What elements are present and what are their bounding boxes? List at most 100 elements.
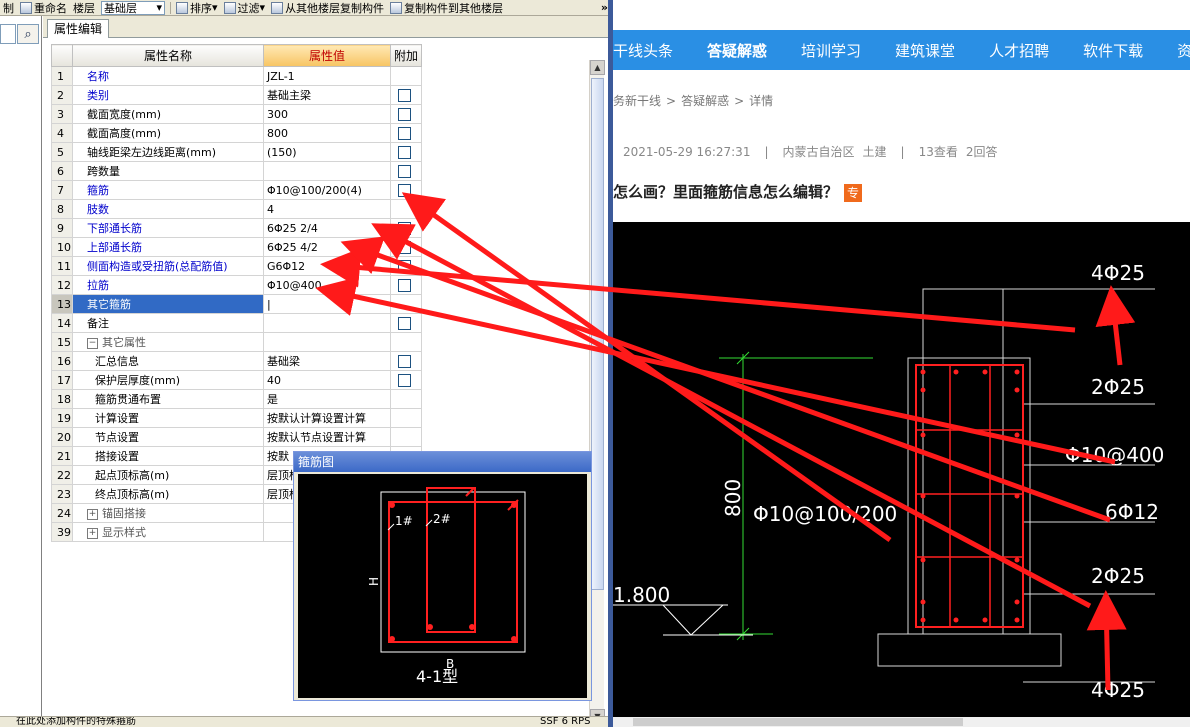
property-name-text: 其它属性: [102, 336, 146, 349]
copy-from-floor-button[interactable]: 从其他楼层复制构件: [268, 0, 387, 15]
extra-checkbox[interactable]: [398, 240, 411, 254]
copy-to-floor-button[interactable]: 复制构件到其他楼层: [387, 0, 506, 15]
property-row[interactable]: 17 保护层厚度(mm) 40: [51, 370, 422, 390]
floor-select[interactable]: 基础层 ▾: [101, 0, 165, 15]
extra-checkbox[interactable]: [398, 107, 411, 121]
nav-item-classroom[interactable]: 建筑课堂: [895, 40, 972, 61]
property-row[interactable]: 19 计算设置 按默认计算设置计算: [51, 408, 422, 428]
property-value[interactable]: 是: [263, 389, 391, 409]
nav-item-jobs[interactable]: 人才招聘: [989, 40, 1066, 61]
chevron-down-icon: ▾: [156, 1, 162, 14]
property-name-text: 汇总信息: [95, 355, 139, 368]
extra-checkbox[interactable]: [398, 88, 411, 102]
property-value[interactable]: (150): [263, 142, 391, 162]
nav-item-training[interactable]: 培训学习: [801, 40, 878, 61]
nav-item-more[interactable]: 资: [1177, 40, 1190, 61]
property-value[interactable]: 基础梁: [263, 351, 391, 371]
property-row[interactable]: 5 轴线距梁左边线距离(mm) (150): [51, 142, 422, 162]
property-value[interactable]: G6Φ12: [263, 256, 391, 276]
property-value[interactable]: 800: [263, 123, 391, 143]
extra-checkbox[interactable]: [398, 354, 411, 368]
property-row[interactable]: 9 下部通长筋 6Φ25 2/4: [51, 218, 422, 238]
cad-rebar-dot: [953, 369, 959, 375]
toolbar-copy[interactable]: 制: [0, 0, 17, 15]
nav-item-qa[interactable]: 答疑解惑: [707, 40, 784, 61]
property-row[interactable]: 11 侧面构造或受扭筋(总配筋值) G6Φ12: [51, 256, 422, 276]
breadcrumb-qa[interactable]: 答疑解惑: [681, 94, 729, 108]
property-name-text: 节点设置: [95, 431, 139, 444]
property-row[interactable]: 3 截面宽度(mm) 300: [51, 104, 422, 124]
extra-checkbox[interactable]: [398, 316, 411, 330]
popup-title[interactable]: 箍筋图: [294, 452, 591, 472]
property-row[interactable]: 16 汇总信息 基础梁: [51, 351, 422, 371]
property-value[interactable]: 按默认节点设置计算: [263, 427, 391, 447]
page-hscroll[interactable]: [613, 717, 1190, 727]
property-value[interactable]: 40: [263, 370, 391, 390]
property-row[interactable]: 18 箍筋贯通布置 是: [51, 389, 422, 409]
scroll-thumb[interactable]: [591, 78, 604, 590]
stirrup-svg: 1# 2# H B 4-1型: [367, 487, 526, 686]
property-row[interactable]: 7 箍筋 Φ10@100/200(4): [51, 180, 422, 200]
property-value[interactable]: 6Φ25 4/2: [263, 237, 391, 257]
property-value[interactable]: Φ10@100/200(4): [263, 180, 391, 200]
expand-icon[interactable]: +: [87, 508, 98, 520]
property-row[interactable]: 14 备注: [51, 313, 422, 333]
property-row[interactable]: 10 上部通长筋 6Φ25 4/2: [51, 237, 422, 257]
search-icon[interactable]: ⌕: [17, 24, 39, 44]
header-extra[interactable]: 附加: [390, 44, 422, 67]
property-name-text: 上部通长筋: [87, 241, 142, 254]
question-title-text: 怎么画？里面箍筋信息怎么编辑？: [613, 183, 839, 201]
property-row[interactable]: 13 其它箍筋 |: [51, 294, 422, 314]
property-row[interactable]: 8 肢数 4: [51, 199, 422, 219]
extra-checkbox[interactable]: [398, 145, 411, 159]
property-row[interactable]: 15− 其它属性: [51, 332, 422, 352]
question-category[interactable]: 土建: [863, 145, 887, 159]
tab-property-edit[interactable]: 属性编辑: [47, 19, 110, 38]
property-value[interactable]: 6Φ25 2/4: [263, 218, 391, 238]
property-extra: [390, 408, 422, 428]
property-value[interactable]: [263, 313, 391, 333]
page-hscroll-thumb[interactable]: [633, 718, 963, 726]
sort-button[interactable]: 排序 ▾: [173, 0, 221, 15]
header-property-value[interactable]: 属性值: [263, 44, 391, 67]
scroll-up-button[interactable]: ▲: [590, 60, 605, 75]
expand-icon[interactable]: +: [87, 527, 98, 539]
nav-item-downloads[interactable]: 软件下载: [1083, 40, 1160, 61]
cad-rebar-dot: [1014, 369, 1020, 375]
property-value[interactable]: [263, 332, 391, 352]
property-value[interactable]: [263, 161, 391, 181]
property-value[interactable]: Φ10@400: [263, 275, 391, 295]
tree-search-input[interactable]: [0, 24, 16, 44]
collapse-icon[interactable]: −: [87, 337, 98, 349]
property-row[interactable]: 6 跨数量: [51, 161, 422, 181]
property-value[interactable]: 300: [263, 104, 391, 124]
property-tab-strip: 属性编辑: [43, 16, 613, 38]
property-row[interactable]: 20 节点设置 按默认节点设置计算: [51, 427, 422, 447]
property-value[interactable]: 按默认计算设置计算: [263, 408, 391, 428]
extra-checkbox[interactable]: [398, 164, 411, 178]
property-value[interactable]: |: [263, 294, 391, 314]
property-row[interactable]: 2 类别 基础主梁: [51, 85, 422, 105]
extra-checkbox[interactable]: [398, 126, 411, 140]
property-row[interactable]: 4 截面高度(mm) 800: [51, 123, 422, 143]
floor-label-text: 楼层: [73, 1, 95, 15]
nav-item-headlines[interactable]: 干线头条: [613, 40, 690, 61]
header-property-name[interactable]: 属性名称: [72, 44, 264, 67]
extra-checkbox[interactable]: [398, 221, 411, 235]
property-value[interactable]: 基础主梁: [263, 85, 391, 105]
property-extra: [390, 427, 422, 447]
stirrup-diagram-popup: 箍筋图 1# 2# H B 4-1型: [293, 451, 592, 701]
property-row[interactable]: 12 拉筋 Φ10@400: [51, 275, 422, 295]
filter-button[interactable]: 过滤 ▾: [221, 0, 269, 15]
rename-button[interactable]: 重命名: [17, 0, 70, 15]
extra-checkbox[interactable]: [398, 373, 411, 387]
property-value[interactable]: 4: [263, 199, 391, 219]
property-row[interactable]: 1 名称 JZL-1: [51, 66, 422, 86]
extra-checkbox[interactable]: [398, 183, 411, 197]
stirrup-label-1: 1#: [395, 514, 413, 528]
extra-checkbox[interactable]: [398, 259, 411, 273]
extra-checkbox[interactable]: [398, 278, 411, 292]
property-value[interactable]: JZL-1: [263, 66, 391, 86]
rebar-dot: [389, 636, 395, 642]
breadcrumb-home[interactable]: 务新干线: [613, 94, 661, 108]
